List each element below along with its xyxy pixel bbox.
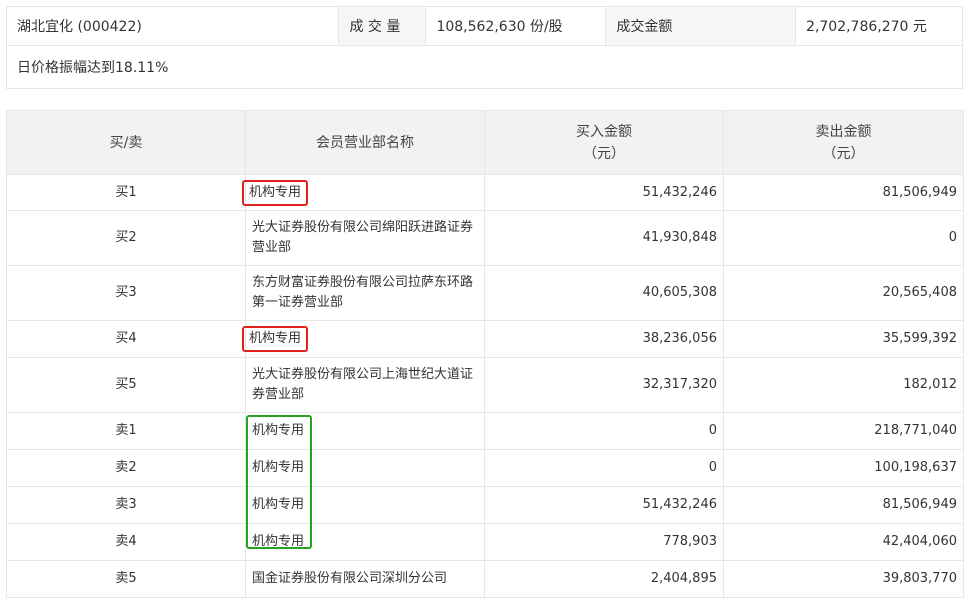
row-side: 买5	[6, 357, 246, 413]
table-row: 卖3 机构专用 51,432,246 81,506,949	[6, 486, 964, 524]
table-row: 买1 机构专用 51,432,246 81,506,949	[6, 174, 964, 211]
trading-members-table: 买/卖 会员营业部名称 买入金额 （元） 卖出金额 （元） 买1 机构专用 51…	[6, 110, 964, 598]
row-sell: 100,198,637	[723, 449, 964, 487]
row-sell: 218,771,040	[723, 412, 964, 450]
row-side: 买2	[6, 210, 246, 266]
volume-value: 108,562,630 份/股	[425, 6, 607, 46]
row-side: 卖2	[6, 449, 246, 487]
table-row: 卖4 机构专用 778,903 42,404,060	[6, 523, 964, 561]
header-sell-amount: 卖出金额 （元）	[723, 110, 964, 175]
table-row: 买2 光大证券股份有限公司绵阳跃进路证券营业部 41,930,848 0	[6, 210, 964, 266]
header-sell-amount-label: 卖出金额	[815, 123, 872, 140]
row-side: 卖3	[6, 486, 246, 524]
row-side: 卖5	[6, 560, 246, 598]
row-side: 买1	[6, 174, 246, 211]
header-buy-amount-unit: （元）	[583, 145, 625, 162]
member-name-highlighted: 机构专用	[242, 179, 309, 206]
row-side: 买3	[6, 265, 246, 321]
member-name: 东方财富证券股份有限公司拉萨东环路第一证券营业部	[245, 265, 485, 321]
row-side: 买4	[6, 320, 246, 358]
row-sell: 81,506,949	[723, 174, 964, 211]
row-buy: 51,432,246	[484, 174, 724, 211]
row-buy: 0	[484, 449, 724, 487]
row-sell: 182,012	[723, 357, 964, 413]
row-buy: 2,404,895	[484, 560, 724, 598]
member-name: 光大证券股份有限公司上海世纪大道证券营业部	[245, 357, 485, 413]
row-buy: 41,930,848	[484, 210, 724, 266]
table-row: 卖2 机构专用 0 100,198,637	[6, 449, 964, 487]
amount-label: 成交金额	[605, 6, 797, 46]
row-side: 卖1	[6, 412, 246, 450]
table-row: 买5 光大证券股份有限公司上海世纪大道证券营业部 32,317,320 182,…	[6, 357, 964, 413]
stock-summary-table: 湖北宜化 (000422) 成 交 量 108,562,630 份/股 成交金额…	[5, 6, 963, 89]
row-sell: 81,506,949	[723, 486, 964, 524]
row-buy: 38,236,056	[484, 320, 724, 358]
amount-value: 2,702,786,270 元	[795, 6, 963, 46]
member-name: 机构专用	[245, 449, 485, 487]
header-member: 会员营业部名称	[245, 110, 485, 175]
table-row: 买4 机构专用 38,236,056 35,599,392	[6, 320, 964, 358]
row-sell: 39,803,770	[723, 560, 964, 598]
table-header-row: 买/卖 会员营业部名称 买入金额 （元） 卖出金额 （元）	[6, 110, 964, 175]
table-row: 买3 东方财富证券股份有限公司拉萨东环路第一证券营业部 40,605,308 2…	[6, 265, 964, 321]
row-buy: 778,903	[484, 523, 724, 561]
member-name: 机构专用	[245, 412, 485, 450]
row-sell: 42,404,060	[723, 523, 964, 561]
member-name-highlighted: 机构专用	[242, 326, 309, 352]
table-row: 卖1 机构专用 0 218,771,040	[6, 412, 964, 450]
row-sell: 35,599,392	[723, 320, 964, 358]
reason-text: 日价格振幅达到18.11%	[6, 45, 963, 89]
member-name: 光大证券股份有限公司绵阳跃进路证券营业部	[245, 210, 485, 266]
header-buy-amount-label: 买入金额	[576, 123, 632, 140]
header-buy-amount: 买入金额 （元）	[484, 110, 724, 175]
member-name: 机构专用	[245, 523, 485, 561]
row-side: 卖4	[6, 523, 246, 561]
volume-label: 成 交 量	[338, 6, 427, 46]
row-buy: 40,605,308	[484, 265, 724, 321]
row-sell: 0	[723, 210, 964, 266]
member-name: 国金证券股份有限公司深圳分公司	[245, 560, 485, 598]
member-name: 机构专用	[245, 486, 485, 524]
header-sell-amount-unit: （元）	[822, 145, 865, 162]
table-row: 卖5 国金证券股份有限公司深圳分公司 2,404,895 39,803,770	[6, 560, 964, 598]
header-side: 买/卖	[6, 110, 246, 175]
row-buy: 32,317,320	[484, 357, 724, 413]
row-sell: 20,565,408	[723, 265, 964, 321]
row-buy: 51,432,246	[484, 486, 724, 524]
row-buy: 0	[484, 412, 724, 450]
stock-name: 湖北宜化 (000422)	[5, 6, 340, 46]
